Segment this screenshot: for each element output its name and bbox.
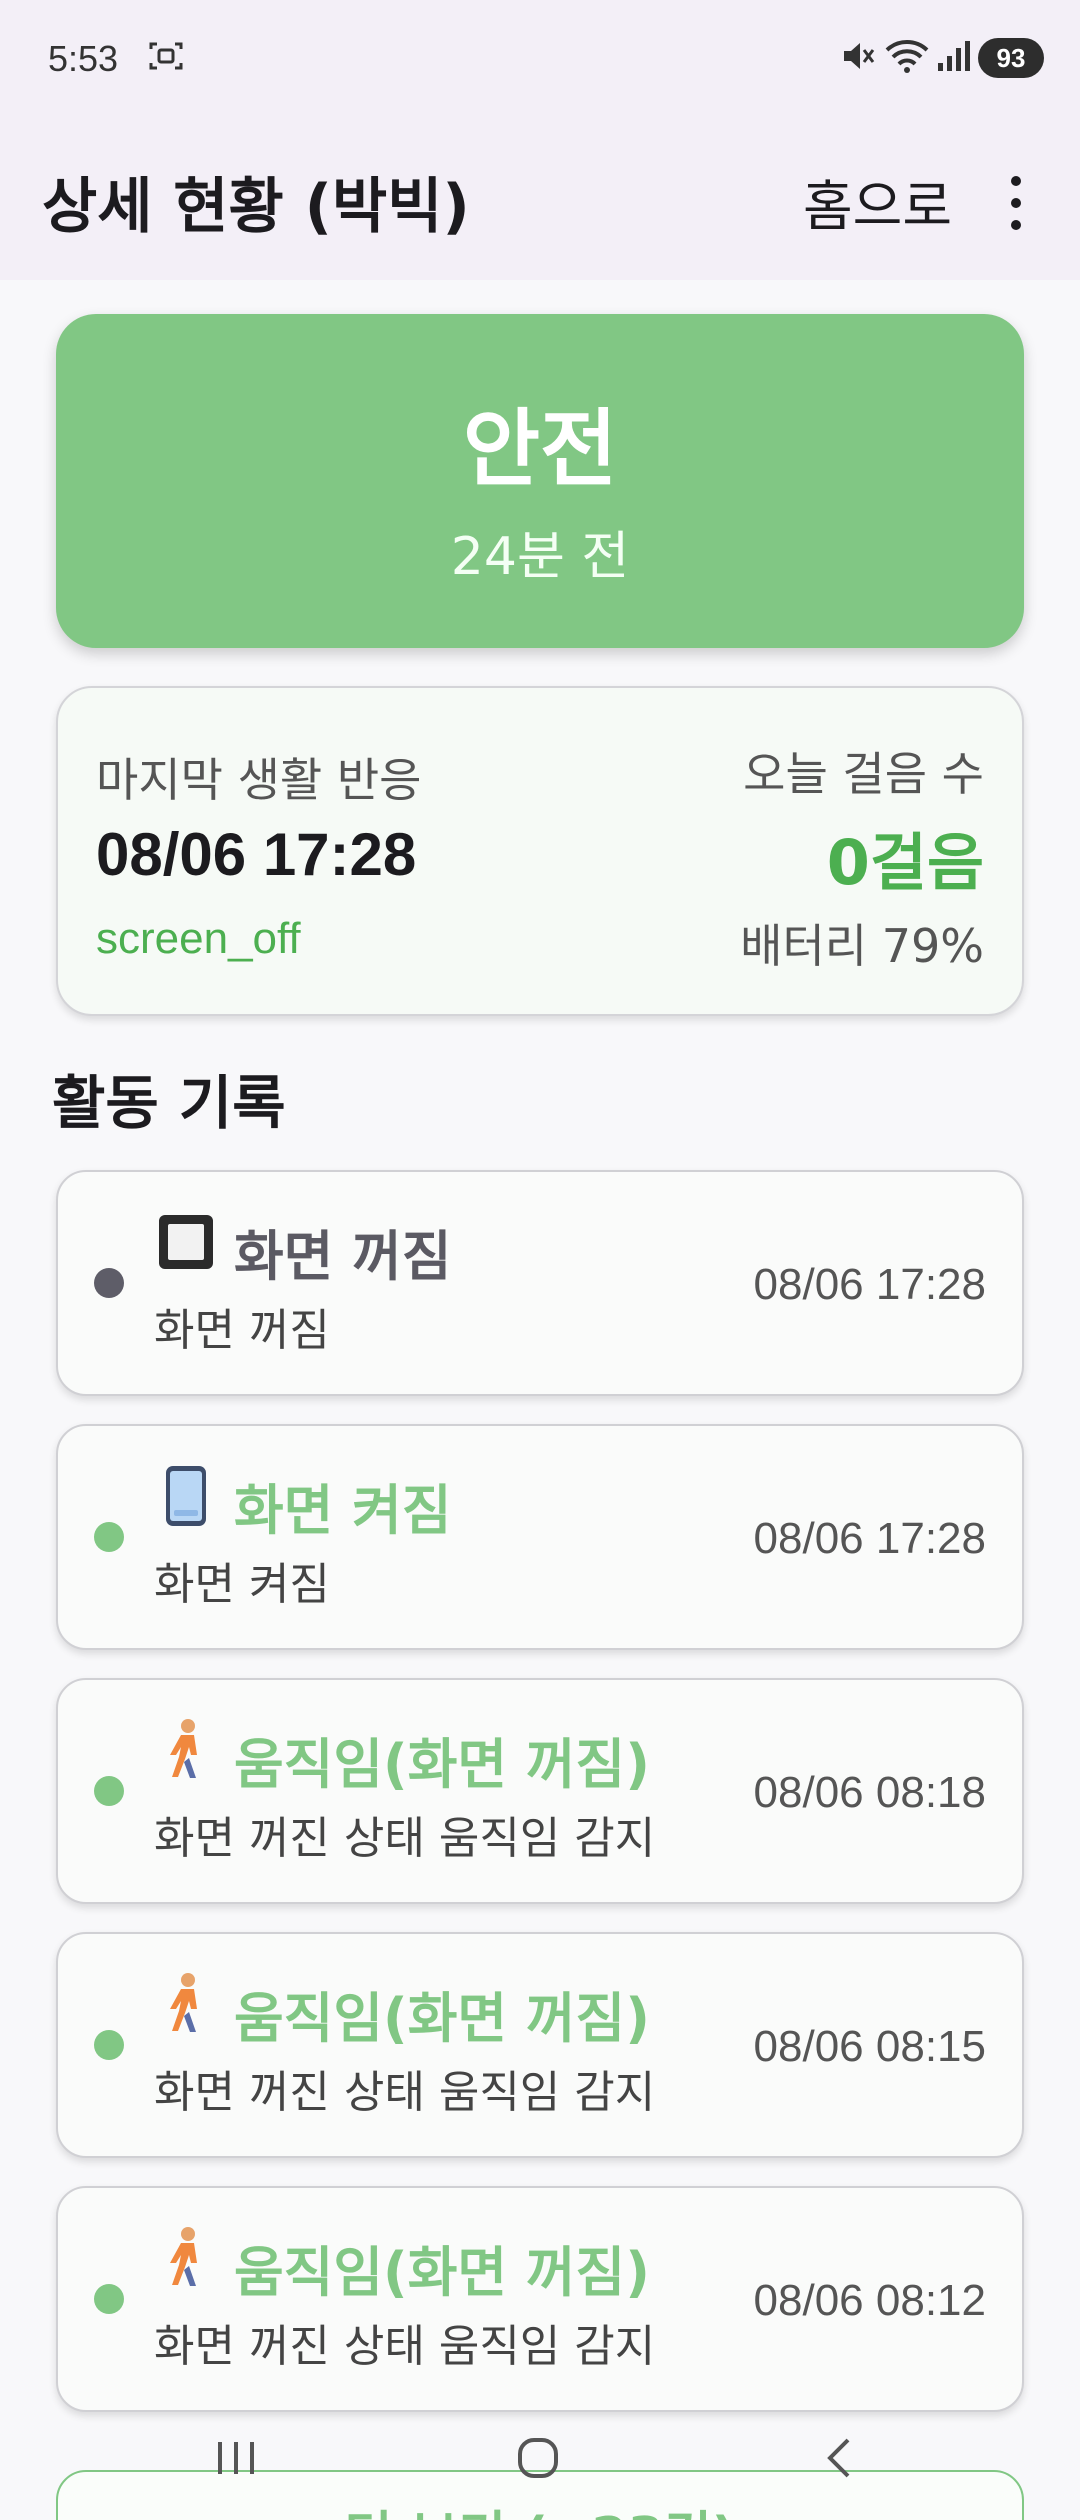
safety-elapsed: 24분 전 xyxy=(450,527,630,587)
app-bar: 상세 현황 (박빅) 홈으로 xyxy=(0,120,1080,280)
page-title: 상세 현황 (박빅) xyxy=(42,172,470,242)
more-vert-icon[interactable] xyxy=(992,168,1040,238)
screenshot-icon xyxy=(146,36,186,76)
summary-card: 마지막 생활 반응 08/06 17:28 screen_off 오늘 걸음 수… xyxy=(56,686,1024,1016)
activity-time: 08/06 17:28 xyxy=(753,1260,986,1309)
status-time: 5:53 xyxy=(48,38,119,79)
activity-time: 08/06 08:15 xyxy=(753,2022,986,2071)
mute-icon xyxy=(838,36,878,76)
status-dot xyxy=(94,1776,124,1806)
signal-icon xyxy=(934,36,974,76)
back-icon[interactable] xyxy=(800,2428,880,2488)
walking-person-icon xyxy=(154,1718,218,1782)
activity-item[interactable]: 움직임(화면 꺼짐) 화면 꺼진 상태 움직임 감지 08/06 08:12 xyxy=(56,2186,1024,2412)
activity-item[interactable]: 화면 꺼짐 화면 꺼짐 08/06 17:28 xyxy=(56,1170,1024,1396)
status-dot xyxy=(94,2030,124,2060)
recents-icon[interactable] xyxy=(196,2428,276,2488)
safety-status: 안전 xyxy=(462,400,618,498)
activity-desc: 화면 꺼진 상태 움직임 감지 xyxy=(154,2321,656,2372)
wifi-icon xyxy=(884,36,930,76)
activity-desc: 화면 켜짐 xyxy=(154,1559,330,1610)
activity-item[interactable]: 움직임(화면 꺼짐) 화면 꺼진 상태 움직임 감지 08/06 08:15 xyxy=(56,1932,1024,2158)
system-nav-bar xyxy=(0,2400,1080,2520)
status-dot xyxy=(94,1268,124,1298)
battery-level: 배터리 79% xyxy=(740,919,984,973)
activity-title: 화면 켜짐 xyxy=(234,1479,452,1542)
home-button[interactable]: 홈으로 xyxy=(803,162,952,241)
steps-value: 0걸음 xyxy=(826,826,984,899)
phone-icon xyxy=(154,1464,218,1528)
activity-item[interactable]: 화면 켜짐 화면 켜짐 08/06 17:28 xyxy=(56,1424,1024,1650)
activity-title: 움직임(화면 꺼짐) xyxy=(234,2241,650,2304)
activity-desc: 화면 꺼진 상태 움직임 감지 xyxy=(154,1813,656,1864)
last-event: screen_off xyxy=(96,914,301,963)
last-activity-label: 마지막 생활 반응 xyxy=(96,753,422,807)
activity-desc: 화면 꺼짐 xyxy=(154,1305,330,1356)
activity-title: 화면 꺼짐 xyxy=(234,1225,452,1288)
activity-title: 움직임(화면 꺼짐) xyxy=(234,1987,650,2050)
steps-label: 오늘 걸음 수 xyxy=(743,747,984,801)
walking-person-icon xyxy=(154,1972,218,2036)
screen-off-icon xyxy=(154,1210,218,1274)
activity-time: 08/06 17:28 xyxy=(753,1514,986,1563)
status-dot xyxy=(94,1522,124,1552)
walking-person-icon xyxy=(154,2226,218,2290)
activity-time: 08/06 08:18 xyxy=(753,1768,986,1817)
activity-time: 08/06 08:12 xyxy=(753,2276,986,2325)
battery-indicator: 93 xyxy=(978,38,1044,78)
safety-status-card: 안전 24분 전 xyxy=(56,314,1024,648)
activity-title: 움직임(화면 꺼짐) xyxy=(234,1733,650,1796)
activity-section-title: 활동 기록 xyxy=(52,1069,286,1137)
home-circle-icon[interactable] xyxy=(498,2428,578,2488)
status-dot xyxy=(94,2284,124,2314)
status-bar: 5:53 93 xyxy=(0,0,1080,120)
last-activity-time: 08/06 17:28 xyxy=(96,821,417,888)
activity-item[interactable]: 움직임(화면 꺼짐) 화면 꺼진 상태 움직임 감지 08/06 08:18 xyxy=(56,1678,1024,1904)
activity-desc: 화면 꺼진 상태 움직임 감지 xyxy=(154,2067,656,2118)
